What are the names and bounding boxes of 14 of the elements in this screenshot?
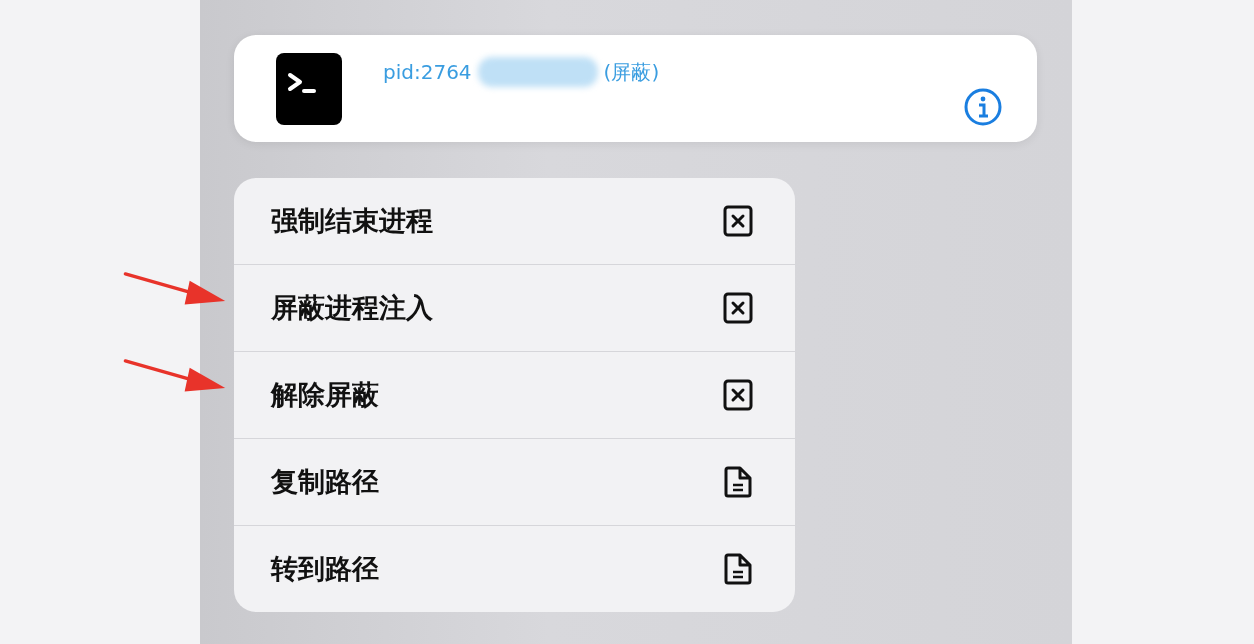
document-icon xyxy=(723,553,753,585)
terminal-icon xyxy=(276,53,342,125)
xmark-box-icon xyxy=(723,379,753,411)
menu-item[interactable]: 屏蔽进程注入 xyxy=(234,265,795,351)
process-id: pid:2764 xyxy=(383,60,472,84)
xmark-box-icon xyxy=(723,292,753,324)
menu-item[interactable]: 解除屏蔽 xyxy=(234,352,795,438)
xmark-box-icon xyxy=(723,205,753,237)
menu-item[interactable]: 强制结束进程 xyxy=(234,178,795,264)
menu-item[interactable]: 复制路径 xyxy=(234,439,795,525)
process-tag: (屏蔽) xyxy=(603,58,660,86)
document-icon xyxy=(723,466,753,498)
info-icon[interactable] xyxy=(963,87,1003,127)
menu-item[interactable]: 转到路径 xyxy=(234,526,795,612)
